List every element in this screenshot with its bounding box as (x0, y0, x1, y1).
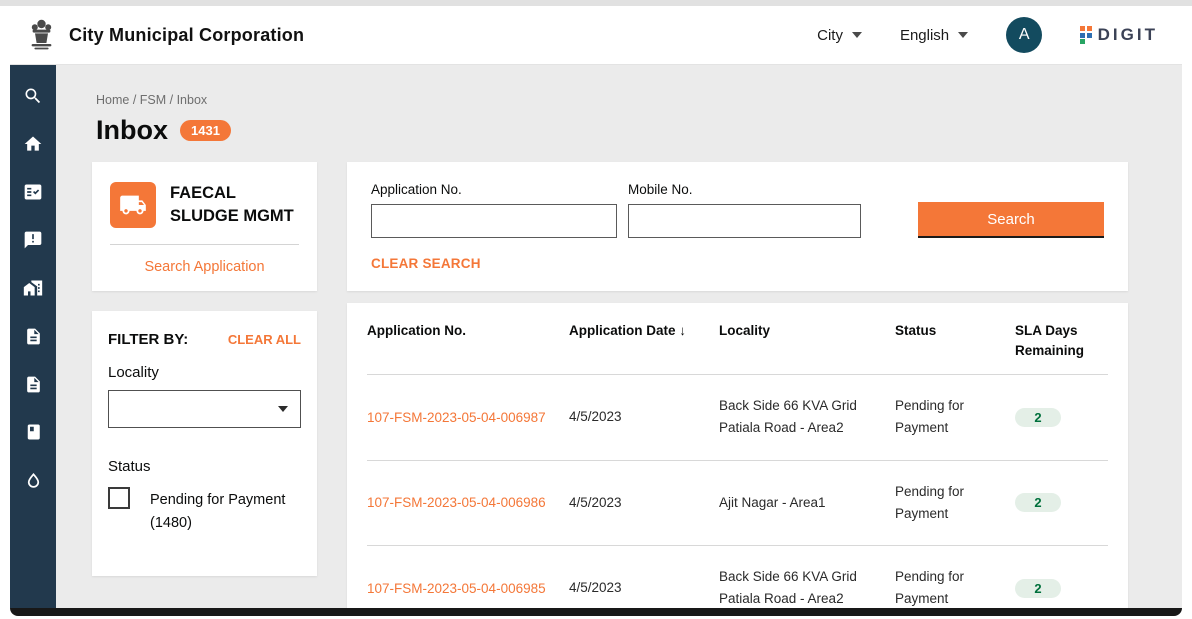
right-column: Application No. Mobile No. Search CLEAR … (347, 162, 1128, 608)
application-no-link[interactable]: 107-FSM-2023-05-04-006985 (367, 581, 569, 596)
layout: FAECAL SLUDGE MGMT Search Application FI… (92, 162, 1118, 608)
header-right: City English A DIGIT (817, 17, 1158, 53)
mobile-no-label: Mobile No. (628, 182, 861, 197)
sla-days-badge: 2 (1015, 493, 1061, 512)
page-title-row: Inbox 1431 (96, 115, 1118, 146)
col-locality: Locality (719, 321, 895, 341)
col-application-no: Application No. (367, 321, 569, 341)
document-icon[interactable] (22, 325, 44, 347)
inbox-count-badge: 1431 (180, 120, 231, 141)
locality-cell: Back Side 66 KVA Grid Patiala Road - Are… (719, 566, 895, 608)
status-cell: Pending for Payment (895, 566, 1015, 608)
application-no-link[interactable]: 107-FSM-2023-05-04-006986 (367, 495, 569, 510)
application-no-input[interactable] (371, 204, 617, 238)
sla-cell: 2 (1015, 408, 1108, 427)
search-icon[interactable] (22, 85, 44, 107)
filter-card: FILTER BY: CLEAR ALL Locality Status (92, 311, 317, 575)
language-dropdown[interactable]: English (900, 27, 968, 44)
col-application-date[interactable]: Application Date ↓ (569, 321, 719, 341)
document-icon[interactable] (22, 373, 44, 395)
sla-days-badge: 2 (1015, 579, 1061, 598)
mobile-no-field-group: Mobile No. (628, 182, 861, 238)
sla-cell: 2 (1015, 579, 1108, 598)
app-window: City Municipal Corporation City English … (10, 6, 1182, 616)
city-dropdown-label: City (817, 27, 843, 44)
status-cell: Pending for Payment (895, 395, 1015, 440)
application-date-cell: 4/5/2023 (569, 577, 719, 599)
locality-select[interactable] (108, 390, 301, 428)
page-title: Inbox (96, 115, 168, 146)
locality-cell: Back Side 66 KVA Grid Patiala Road - Are… (719, 395, 895, 440)
module-head: FAECAL SLUDGE MGMT (108, 182, 301, 228)
clear-all-link[interactable]: CLEAR ALL (228, 332, 301, 347)
application-date-cell: 4/5/2023 (569, 406, 719, 428)
locality-label: Locality (108, 364, 301, 381)
search-button[interactable]: Search (918, 202, 1104, 238)
sidebar (10, 65, 56, 608)
truck-icon (110, 182, 156, 228)
home-icon[interactable] (22, 133, 44, 155)
app-header: City Municipal Corporation City English … (10, 6, 1182, 65)
body: Home / FSM / Inbox Inbox 1431 F (10, 65, 1182, 608)
table-row: 107-FSM-2023-05-04-006985 4/5/2023 Back … (367, 545, 1108, 608)
col-status: Status (895, 321, 1015, 341)
window-bottom-edge (10, 608, 1182, 616)
search-application-link[interactable]: Search Application (108, 259, 301, 275)
col-application-date-label: Application Date (569, 323, 676, 338)
chevron-down-icon (958, 32, 968, 38)
sla-cell: 2 (1015, 493, 1108, 512)
announcement-icon[interactable] (22, 229, 44, 251)
digit-logo-dots-icon (1080, 26, 1092, 44)
breadcrumb[interactable]: Home / FSM / Inbox (96, 93, 1118, 107)
table-row: 107-FSM-2023-05-04-006986 4/5/2023 Ajit … (367, 460, 1108, 546)
user-avatar[interactable]: A (1006, 17, 1042, 53)
table-header-row: Application No. Application Date ↓ Local… (367, 303, 1108, 374)
filter-by-label: FILTER BY: (108, 331, 188, 348)
digit-logo: DIGIT (1080, 25, 1158, 45)
applications-table: Application No. Application Date ↓ Local… (347, 303, 1128, 608)
status-cell: Pending for Payment (895, 481, 1015, 526)
module-title: FAECAL SLUDGE MGMT (170, 182, 299, 228)
filter-head: FILTER BY: CLEAR ALL (108, 331, 301, 348)
book-icon[interactable] (22, 421, 44, 443)
application-no-field-group: Application No. (371, 182, 617, 238)
main-content: Home / FSM / Inbox Inbox 1431 F (56, 65, 1182, 608)
application-no-label: Application No. (371, 182, 617, 197)
application-no-link[interactable]: 107-FSM-2023-05-04-006987 (367, 410, 569, 425)
home-work-icon[interactable] (22, 277, 44, 299)
mobile-no-input[interactable] (628, 204, 861, 238)
clear-search-link[interactable]: CLEAR SEARCH (371, 256, 481, 271)
sla-days-badge: 2 (1015, 408, 1061, 427)
module-card: FAECAL SLUDGE MGMT Search Application (92, 162, 317, 291)
search-card: Application No. Mobile No. Search CLEAR … (347, 162, 1128, 291)
locality-cell: Ajit Nagar - Area1 (719, 492, 895, 514)
screen: City Municipal Corporation City English … (0, 0, 1192, 619)
digit-logo-text: DIGIT (1098, 25, 1158, 45)
status-label: Status (108, 458, 301, 475)
language-dropdown-label: English (900, 27, 949, 44)
droplet-icon[interactable] (22, 469, 44, 491)
sort-descending-icon: ↓ (679, 323, 686, 338)
national-emblem-icon (28, 18, 55, 52)
app-title: City Municipal Corporation (69, 25, 304, 46)
application-date-cell: 4/5/2023 (569, 492, 719, 514)
left-column: FAECAL SLUDGE MGMT Search Application FI… (92, 162, 317, 576)
fact-check-icon[interactable] (22, 181, 44, 203)
table-row: 107-FSM-2023-05-04-006987 4/5/2023 Back … (367, 374, 1108, 460)
chevron-down-icon (278, 406, 288, 412)
status-filter-row: Pending for Payment (1480) (108, 487, 301, 535)
col-sla-days: SLA Days Remaining (1015, 321, 1108, 360)
divider (110, 244, 299, 245)
status-checkbox[interactable] (108, 487, 130, 509)
city-dropdown[interactable]: City (817, 27, 862, 44)
chevron-down-icon (852, 32, 862, 38)
search-row: Application No. Mobile No. Search (371, 182, 1104, 238)
status-checkbox-label[interactable]: Pending for Payment (1480) (150, 487, 300, 535)
